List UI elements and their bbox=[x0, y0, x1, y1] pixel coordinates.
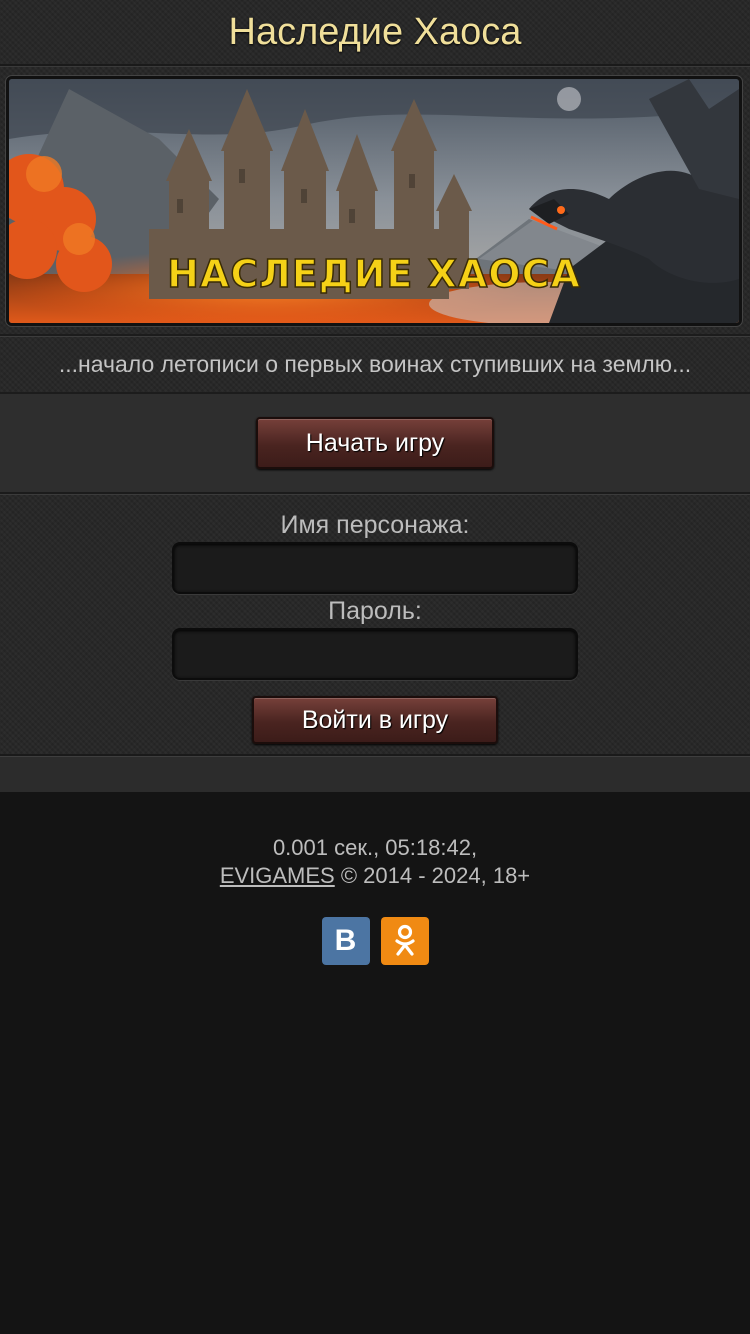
odnoklassniki-glyph bbox=[394, 924, 415, 956]
password-label: Пароль: bbox=[328, 597, 422, 625]
banner-wrapper: НАСЛЕДИЕ ХАОСА bbox=[0, 66, 750, 334]
start-game-button[interactable]: Начать игру bbox=[256, 417, 494, 469]
page-header: Наследие Хаоса bbox=[0, 0, 750, 66]
banner-art: НАСЛЕДИЕ ХАОСА bbox=[9, 79, 739, 323]
game-banner: НАСЛЕДИЕ ХАОСА bbox=[6, 76, 742, 326]
login-button[interactable]: Войти в игру bbox=[252, 696, 498, 744]
vk-icon[interactable]: В bbox=[321, 917, 370, 965]
tagline: ...начало летописи о первых воинах ступи… bbox=[0, 334, 750, 394]
page-timing: 0.001 сек., 05:18:42, bbox=[272, 835, 478, 860]
vk-glyph: В bbox=[334, 924, 357, 957]
evigames-link[interactable]: EVIGAMES bbox=[220, 863, 335, 888]
page-title: Наследие Хаоса bbox=[228, 10, 522, 53]
copyright-line: EVIGAMES © 2014 - 2024, 18+ bbox=[0, 862, 750, 890]
copyright-text: © 2014 - 2024, 18+ bbox=[340, 863, 531, 888]
social-links: В bbox=[0, 917, 750, 965]
login-form: Имя персонажа: Пароль: Войти в игру bbox=[0, 494, 750, 754]
character-name-input[interactable] bbox=[172, 542, 578, 594]
section-divider bbox=[0, 754, 750, 792]
start-game-section: Начать игру bbox=[0, 394, 750, 494]
top-panel: Наследие Хаоса НАСЛЕДИЕ ХАОСА ...начало … bbox=[0, 0, 750, 792]
banner-logo-text: НАСЛЕДИЕ ХАОСА bbox=[167, 252, 581, 296]
ok-icon[interactable] bbox=[380, 917, 429, 965]
character-name-label: Имя персонажа: bbox=[280, 511, 470, 539]
footer: 0.001 сек., 05:18:42, EVIGAMES © 2014 - … bbox=[0, 792, 750, 965]
password-input[interactable] bbox=[172, 628, 578, 680]
